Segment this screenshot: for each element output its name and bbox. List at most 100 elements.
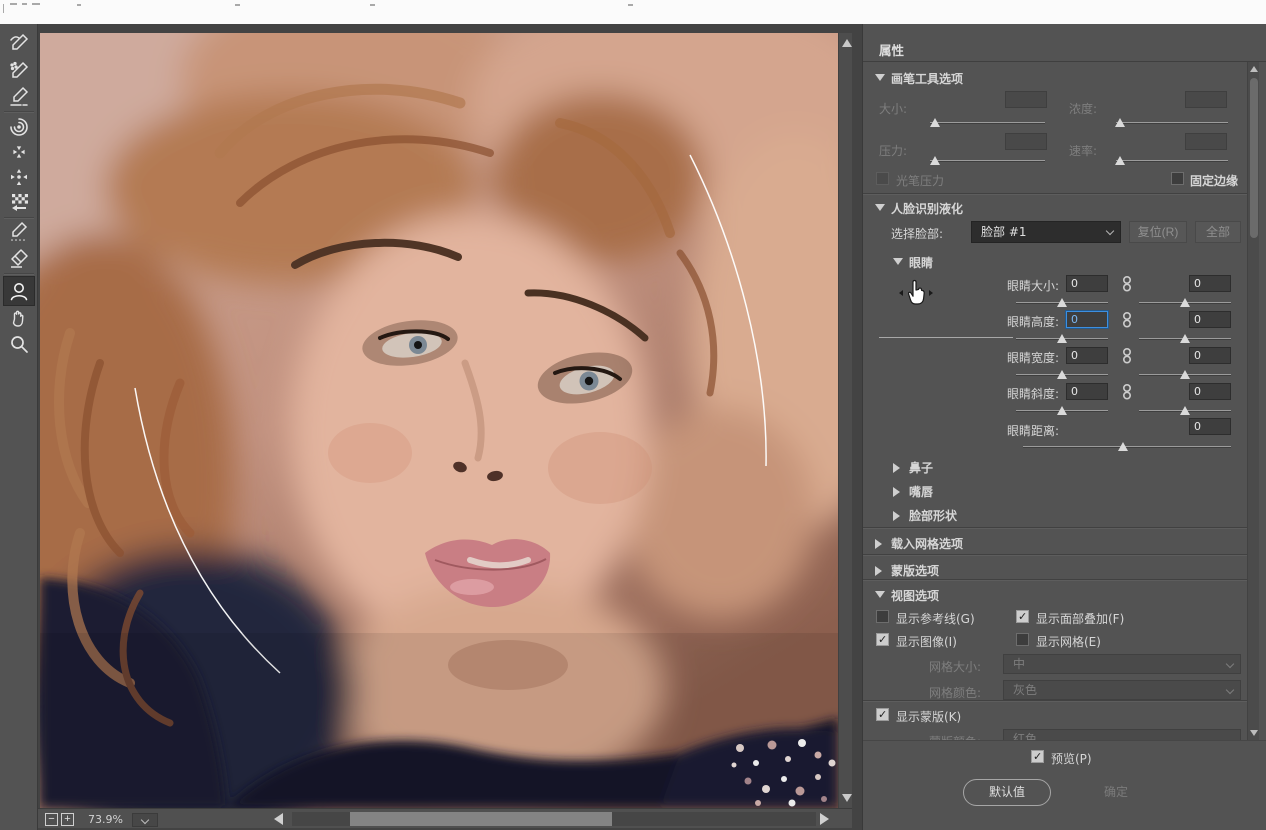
scroll-up-icon[interactable] [842,39,852,47]
titlebar-artifact [22,3,27,5]
brush-rate-field[interactable] [1185,133,1227,150]
mouth-section-header[interactable]: 嘴唇 [909,483,933,500]
scroll-up-icon[interactable] [1250,66,1258,72]
eye-width-right-field[interactable]: 0 [1189,347,1231,364]
eye-size-left-field[interactable]: 0 [1066,275,1108,292]
disclosure-open-icon[interactable] [875,204,885,211]
nose-section-header[interactable]: 鼻子 [909,459,933,476]
mask-options-header[interactable]: 蒙版选项 [891,562,939,579]
disclosure-closed-icon[interactable] [893,511,900,521]
disclosure-open-icon[interactable] [893,258,903,265]
scroll-right-icon[interactable] [820,813,829,825]
view-options-header[interactable]: 视图选项 [891,587,939,604]
eye-distance-field[interactable]: 0 [1189,418,1231,435]
brush-size-field[interactable] [1005,91,1047,108]
eye-tilt-left-slider[interactable] [1016,404,1108,416]
scroll-left-icon[interactable] [274,813,283,825]
all-button[interactable]: 全部 [1195,221,1241,243]
disclosure-closed-icon[interactable] [875,566,882,576]
section-divider [863,579,1247,580]
mesh-size-label: 网格大小: [929,658,981,675]
scroll-down-icon[interactable] [1250,730,1258,736]
eye-size-right-slider[interactable] [1139,296,1231,308]
zoom-tool-icon[interactable] [8,333,30,355]
liquify-canvas[interactable] [40,33,838,808]
show-mask-checkbox[interactable] [876,708,889,721]
preview-checkbox[interactable] [1031,750,1044,763]
defaults-button[interactable]: 默认值 [963,779,1051,806]
scroll-down-icon[interactable] [842,794,852,802]
link-icon[interactable] [1121,311,1133,329]
chevron-down-icon [141,816,149,824]
disclosure-closed-icon[interactable] [893,487,900,497]
eye-height-left-field[interactable]: 0 [1066,311,1108,328]
brush-size-slider[interactable] [930,116,1045,128]
brush-density-field[interactable] [1185,91,1227,108]
mesh-color-dropdown[interactable]: 灰色 [1003,680,1241,700]
stylus-pressure-checkbox[interactable] [876,172,889,185]
brush-rate-label: 速率: [1069,142,1097,159]
eye-tilt-left-field[interactable]: 0 [1066,383,1108,400]
eye-size-right-field[interactable]: 0 [1189,275,1231,292]
ok-button[interactable]: 确定 [1079,779,1153,806]
eye-height-left-slider[interactable] [1016,332,1108,344]
face-shape-section-header[interactable]: 脸部形状 [909,507,957,524]
panel-scroll-area: 画笔工具选项 大小: 浓度: 压力: 速率: 光笔压力 固定边缘 人脸识别液化 … [863,62,1247,740]
mask-color-dropdown[interactable]: 红色 [1003,729,1241,740]
push-left-tool-icon[interactable] [8,191,30,213]
link-icon[interactable] [1121,347,1133,365]
eye-width-left-slider[interactable] [1016,368,1108,380]
brush-pressure-field[interactable] [1005,133,1047,150]
face-aware-header[interactable]: 人脸识别液化 [891,200,963,217]
reconstruct-tool-icon[interactable] [8,60,30,82]
brush-pressure-slider[interactable] [930,154,1045,166]
eye-height-right-field[interactable]: 0 [1189,311,1231,328]
show-face-overlay-checkbox[interactable] [1016,610,1029,623]
forward-warp-tool-icon[interactable] [8,32,30,54]
link-icon[interactable] [1121,275,1133,293]
panel-scrollbar[interactable] [1247,62,1259,740]
show-image-checkbox[interactable] [876,633,889,646]
zoom-level-dropdown[interactable] [132,813,158,827]
load-mesh-options-header[interactable]: 载入网格选项 [891,535,963,552]
disclosure-closed-icon[interactable] [893,463,900,473]
disclosure-open-icon[interactable] [875,591,885,598]
pucker-tool-icon[interactable] [8,141,30,163]
eye-tilt-right-slider[interactable] [1139,404,1231,416]
link-icon[interactable] [1121,383,1133,401]
eyes-section-header[interactable]: 眼睛 [909,254,933,271]
twirl-clockwise-tool-icon[interactable] [8,116,30,138]
face-tool-icon[interactable] [8,280,30,302]
eye-width-left-field[interactable]: 0 [1066,347,1108,364]
horizontal-scroll-thumb[interactable] [350,812,612,826]
zoom-out-button[interactable]: − [45,813,58,826]
mesh-size-dropdown[interactable]: 中 [1003,654,1241,674]
thaw-mask-tool-icon[interactable] [8,247,30,269]
show-guides-checkbox[interactable] [876,610,889,623]
eye-tilt-right-field[interactable]: 0 [1189,383,1231,400]
eye-distance-slider[interactable] [1023,440,1231,452]
pin-edges-label: 固定边缘 [1190,172,1238,189]
panel-scroll-thumb[interactable] [1250,78,1258,238]
eye-height-right-slider[interactable] [1139,332,1231,344]
zoom-in-button[interactable]: + [61,813,74,826]
select-face-dropdown[interactable]: 脸部 #1 [971,221,1121,243]
bloat-tool-icon[interactable] [8,166,30,188]
brush-options-header[interactable]: 画笔工具选项 [891,70,963,87]
disclosure-open-icon[interactable] [875,74,885,81]
disclosure-closed-icon[interactable] [875,539,882,549]
brush-rate-slider[interactable] [1116,154,1228,166]
brush-density-slider[interactable] [1116,116,1228,128]
canvas-vertical-scrollbar[interactable] [838,33,852,808]
titlebar-artifact [235,4,240,6]
smooth-tool-icon[interactable] [8,86,30,108]
freeze-mask-tool-icon[interactable] [8,221,30,243]
hand-tool-icon[interactable] [8,307,30,329]
eye-size-left-slider[interactable] [1016,296,1108,308]
eye-width-right-slider[interactable] [1139,368,1231,380]
drag-hand-cursor [899,277,933,309]
liquify-dialog: − + 73.9% 属性 画笔工具选项 大小: 浓度: 压力: 速率: [0,0,1266,830]
reset-button[interactable]: 复位(R) [1129,221,1187,243]
show-mesh-checkbox[interactable] [1016,633,1029,646]
pin-edges-checkbox[interactable] [1171,172,1184,185]
